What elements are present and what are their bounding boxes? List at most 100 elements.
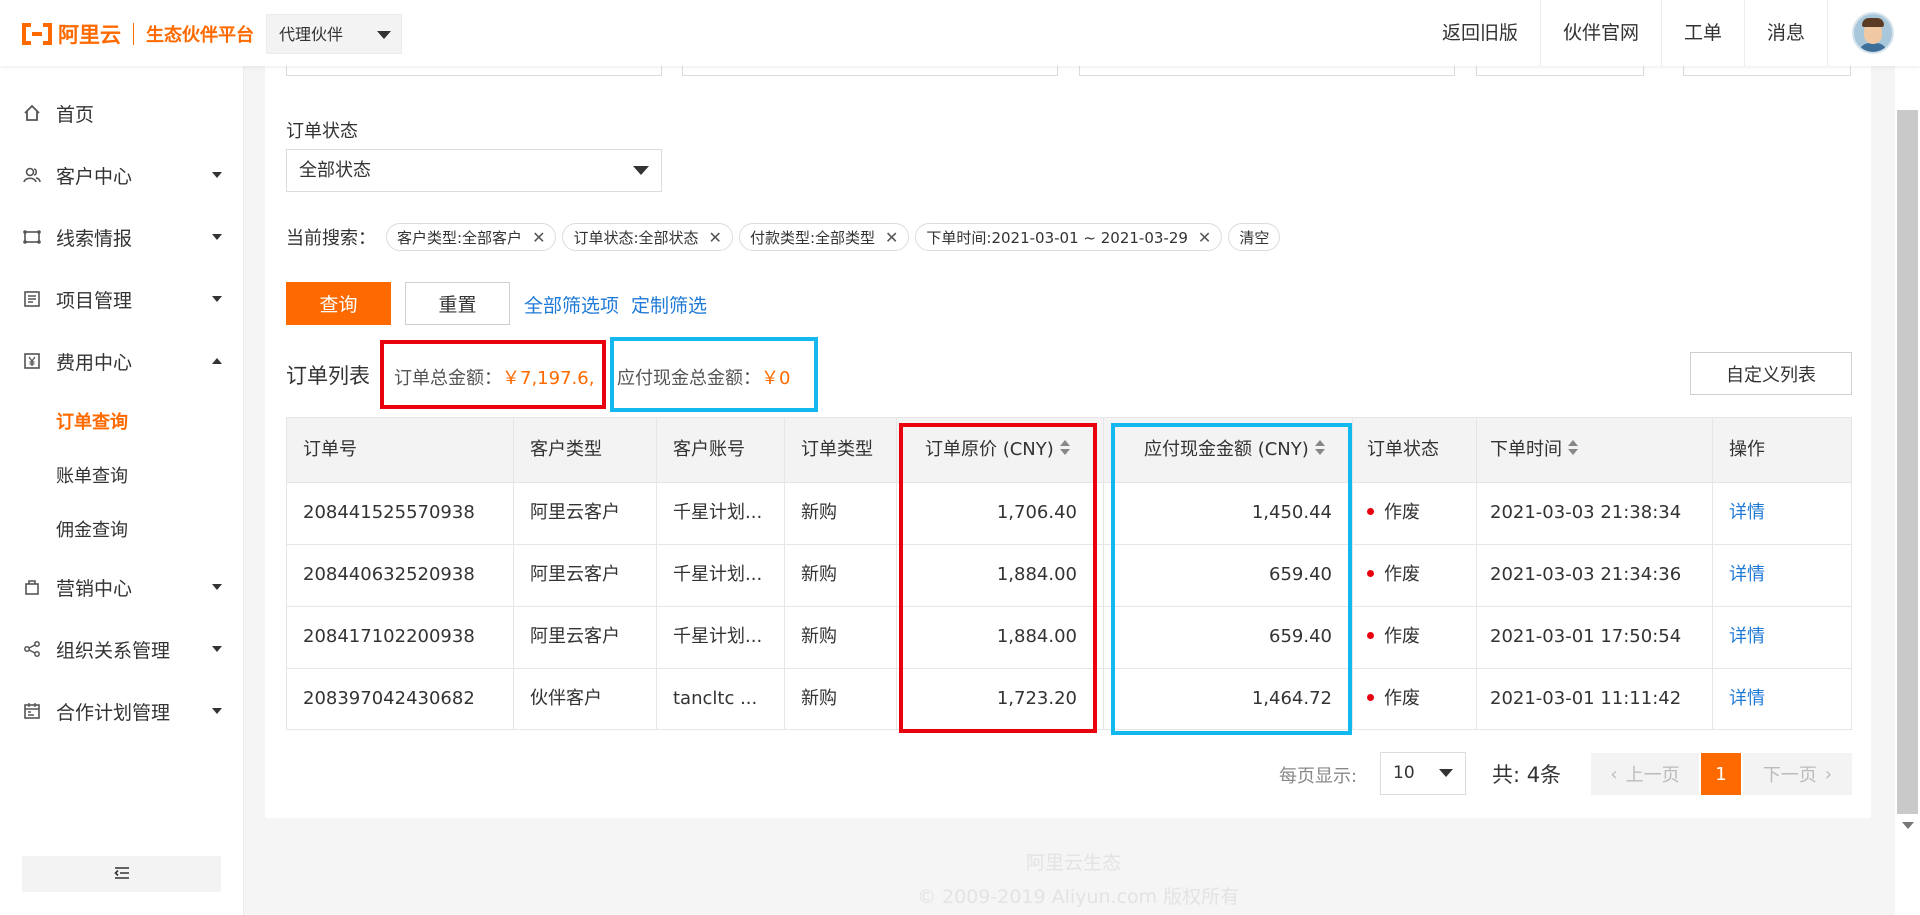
chevron-down-icon — [212, 584, 222, 590]
nav-old-version[interactable]: 返回旧版 — [1420, 0, 1541, 66]
caret-down-icon — [377, 31, 391, 39]
sort-icon[interactable] — [1568, 439, 1578, 457]
avatar[interactable] — [1852, 12, 1894, 54]
cell-customer-account: 千星计划... — [673, 626, 763, 647]
cell-customer-account: tancltc ... — [673, 688, 758, 709]
highlight-box-order-total — [380, 340, 606, 409]
page-button-current[interactable]: 1 — [1701, 753, 1741, 795]
th-order-status: 订单状态 — [1367, 439, 1439, 460]
detail-link[interactable]: 详情 — [1729, 544, 1765, 606]
search-tag-text: 客户类型:全部客户 — [397, 228, 523, 247]
col-divider — [1103, 417, 1104, 730]
scrollbar-thumb[interactable] — [1897, 110, 1918, 814]
query-button[interactable]: 查询 — [286, 282, 391, 325]
sidebar-item-marketing[interactable]: 营销中心 — [0, 567, 244, 607]
page-size-label: 每页显示: — [1279, 766, 1358, 787]
sidebar-item-home[interactable]: 首页 — [0, 93, 244, 133]
footer-brand: 阿里云生态 — [1026, 852, 1122, 874]
close-icon[interactable]: ✕ — [1198, 228, 1211, 247]
sidebar-item-customers[interactable]: 客户中心 — [0, 155, 244, 195]
sidebar-item-label: 项目管理 — [56, 289, 133, 312]
filter-input[interactable] — [682, 66, 1058, 76]
custom-filters-link[interactable]: 定制筛选 — [631, 291, 707, 318]
scroll-down-icon[interactable] — [1902, 822, 1914, 829]
aliyun-logo-icon — [22, 21, 52, 47]
cell-order-status: 作废 — [1367, 482, 1420, 544]
page-size-value: 10 — [1393, 763, 1415, 783]
bag-icon — [22, 577, 42, 597]
order-status-select[interactable]: 全部状态 — [286, 149, 662, 192]
sidebar-item-billing[interactable]: 费用中心 — [0, 341, 244, 381]
order-list-title: 订单列表 — [286, 364, 370, 388]
col-divider — [656, 417, 657, 730]
logo-sub-text: 生态伙伴平台 — [146, 25, 254, 46]
custom-list-button[interactable]: 自定义列表 — [1690, 352, 1852, 395]
sidebar-collapse-button[interactable] — [22, 856, 221, 892]
sidebar-subitem-bill-query[interactable]: 账单查询 — [56, 462, 128, 488]
col-divider — [513, 417, 514, 730]
sidebar-item-cooperation[interactable]: 合作计划管理 — [0, 691, 244, 731]
logo-brand-text: 阿里云 — [58, 23, 121, 47]
next-page-button[interactable]: 下一页 › — [1743, 753, 1852, 795]
sidebar: 首页 客户中心 线索情报 项目管理 费用中心 订单查询 账单查询 佣金查询 营销… — [0, 66, 244, 915]
sidebar-item-projects[interactable]: 项目管理 — [0, 279, 244, 319]
aliyun-logo[interactable]: 阿里云 生态伙伴平台 — [22, 19, 254, 49]
filter-input[interactable] — [1476, 66, 1644, 76]
filter-input[interactable] — [286, 66, 662, 76]
reset-button[interactable]: 重置 — [405, 282, 510, 325]
status-dot-icon — [1367, 693, 1374, 701]
detail-link[interactable]: 详情 — [1729, 606, 1765, 668]
role-select[interactable]: 代理伙伴 — [266, 14, 402, 54]
status-dot-icon — [1367, 569, 1374, 577]
th-customer-type: 客户类型 — [530, 439, 602, 460]
th-order-time[interactable]: 下单时间 — [1490, 417, 1578, 482]
collapse-menu-icon — [113, 864, 130, 885]
cell-order-status: 作废 — [1367, 544, 1420, 606]
sidebar-subitem-commission-query[interactable]: 佣金查询 — [56, 516, 128, 542]
cell-customer-type: 阿里云客户 — [530, 626, 620, 647]
nav-partner-site[interactable]: 伙伴官网 — [1541, 0, 1662, 66]
sidebar-item-label: 组织关系管理 — [56, 639, 171, 662]
cell-order-time: 2021-03-03 21:34:36 — [1490, 564, 1682, 585]
sidebar-item-organization[interactable]: 组织关系管理 — [0, 629, 244, 669]
cell-customer-account: 千星计划... — [673, 564, 763, 585]
sidebar-item-label: 营销中心 — [56, 577, 133, 600]
all-filters-link[interactable]: 全部筛选项 — [524, 291, 619, 318]
header-nav: 返回旧版 伙伴官网 工单 消息 — [1420, 0, 1920, 66]
chevron-up-icon — [212, 358, 222, 364]
status-dot-icon — [1367, 631, 1374, 639]
detail-link[interactable]: 详情 — [1729, 482, 1765, 544]
status-text: 作废 — [1384, 502, 1420, 523]
next-page-label: 下一页 — [1762, 765, 1817, 786]
chevron-right-icon: › — [1824, 763, 1833, 785]
cell-order-type: 新购 — [801, 688, 837, 709]
chevron-down-icon — [212, 172, 222, 178]
clear-search-button[interactable]: 清空 — [1228, 223, 1281, 251]
caret-down-icon — [633, 166, 649, 175]
role-select-value: 代理伙伴 — [279, 25, 344, 44]
page-size-select[interactable]: 10 — [1380, 752, 1466, 795]
share-icon — [22, 639, 42, 659]
close-icon[interactable]: ✕ — [709, 228, 722, 247]
cell-customer-type: 伙伴客户 — [530, 688, 602, 709]
close-icon[interactable]: ✕ — [532, 228, 545, 247]
cell-order-time: 2021-03-03 21:38:34 — [1490, 502, 1682, 523]
detail-link[interactable]: 详情 — [1729, 668, 1765, 730]
user-menu[interactable] — [1828, 0, 1920, 66]
nav-ticket[interactable]: 工单 — [1662, 0, 1745, 66]
top-header: 阿里云 生态伙伴平台 代理伙伴 返回旧版 伙伴官网 工单 消息 — [0, 0, 1920, 66]
prev-page-label: 上一页 — [1625, 765, 1680, 786]
chevron-down-icon — [212, 234, 222, 240]
close-icon[interactable]: ✕ — [885, 228, 898, 247]
prev-page-button[interactable]: ‹ 上一页 — [1591, 753, 1699, 795]
filter-input[interactable] — [1079, 66, 1455, 76]
filter-input[interactable] — [1683, 66, 1851, 76]
sidebar-item-leads[interactable]: 线索情报 — [0, 217, 244, 257]
search-tag-customer-type: 客户类型:全部客户 ✕ — [386, 223, 557, 251]
chevron-left-icon: ‹ — [1610, 763, 1618, 785]
nav-messages[interactable]: 消息 — [1745, 0, 1828, 66]
search-tag-order-status: 订单状态:全部状态 ✕ — [562, 223, 733, 251]
sidebar-subitem-order-query[interactable]: 订单查询 — [56, 408, 128, 434]
status-text: 作废 — [1384, 564, 1420, 585]
chevron-down-icon — [212, 646, 222, 652]
